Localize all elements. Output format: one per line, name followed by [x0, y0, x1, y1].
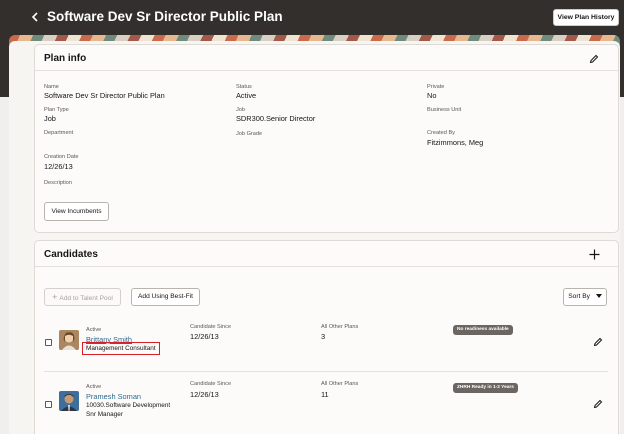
candidate-since-value: 12/26/13	[190, 390, 219, 399]
plus-icon: +	[52, 292, 58, 302]
creation-date-label: Creation Date	[44, 154, 79, 160]
sort-by-button[interactable]: Sort By	[563, 288, 607, 306]
plus-icon	[589, 249, 599, 259]
edit-candidate-button[interactable]	[591, 335, 605, 349]
readiness-badge: No readiness available	[453, 325, 513, 335]
description-label: Description	[44, 180, 72, 186]
caret-down-icon	[595, 294, 602, 298]
other-plans-label: All Other Plans	[321, 381, 359, 387]
business-unit-label: Business Unit	[427, 107, 462, 113]
candidates-divider	[35, 266, 618, 267]
created-by-value: Fitzimmons, Meg	[427, 138, 484, 147]
plan-type-value: Job	[44, 114, 56, 123]
plan-info-title: Plan info	[44, 53, 87, 64]
candidate-since-value: 12/26/13	[190, 332, 219, 341]
private-value: No	[427, 91, 437, 100]
sort-by-label: Sort By	[568, 293, 590, 300]
status-value: Active	[236, 91, 257, 100]
other-plans-label: All Other Plans	[321, 324, 359, 330]
creation-date-value: 12/26/13	[44, 162, 73, 171]
candidate-since-label: Candidate Since	[190, 381, 232, 387]
candidate-status: Active	[86, 327, 102, 333]
add-using-best-fit-button[interactable]: Add Using Best-Fit	[131, 288, 200, 306]
avatar	[59, 391, 79, 411]
pencil-icon	[593, 337, 603, 347]
job-label: Job	[236, 107, 246, 113]
plan-info-divider	[35, 70, 618, 71]
candidate-job: Snr Manager	[86, 411, 123, 418]
candidate-row-divider	[44, 371, 608, 372]
avatar	[59, 330, 79, 350]
private-label: Private	[427, 84, 445, 90]
other-plans-value: 3	[321, 332, 326, 341]
created-by-label: Created By	[427, 130, 455, 136]
edit-candidate-button[interactable]	[591, 397, 605, 411]
back-button[interactable]	[27, 8, 43, 26]
status-label: Status	[236, 84, 252, 90]
plan-info-card	[34, 44, 619, 233]
add-to-talent-pool-button[interactable]: + Add to Talent Pool	[44, 288, 121, 306]
readiness-badge: ZHRH Ready in 1-2 Years	[453, 383, 518, 393]
candidate-checkbox[interactable]	[45, 339, 52, 346]
candidates-title: Candidates	[44, 249, 98, 260]
edit-plan-button[interactable]	[587, 52, 601, 66]
department-label: Department	[44, 130, 74, 136]
add-candidate-button[interactable]	[587, 247, 601, 261]
page-title: Software Dev Sr Director Public Plan	[47, 9, 283, 24]
job-grade-label: Job Grade	[236, 131, 263, 137]
job-value: SDR300.Senior Director	[236, 114, 316, 123]
plan-type-label: Plan Type	[44, 107, 69, 113]
name-label: Name	[44, 84, 59, 90]
candidate-job: 10030.Software Development	[86, 402, 171, 409]
pencil-icon	[593, 399, 603, 409]
candidate-name-link[interactable]: Pramesh Soman	[86, 392, 141, 401]
candidate-since-label: Candidate Since	[190, 324, 232, 330]
highlight-box	[82, 342, 160, 355]
candidate-checkbox[interactable]	[45, 401, 52, 408]
view-plan-history-button[interactable]: View Plan History	[553, 9, 619, 26]
chevron-left-icon	[31, 12, 38, 22]
name-value: Software Dev Sr Director Public Plan	[44, 91, 165, 100]
add-to-talent-pool-label: Add to Talent Pool	[59, 295, 113, 302]
candidate-status: Active	[86, 384, 102, 390]
view-incumbents-button[interactable]: View Incumbents	[44, 202, 109, 221]
pencil-icon	[589, 54, 599, 64]
other-plans-value: 11	[321, 390, 329, 399]
